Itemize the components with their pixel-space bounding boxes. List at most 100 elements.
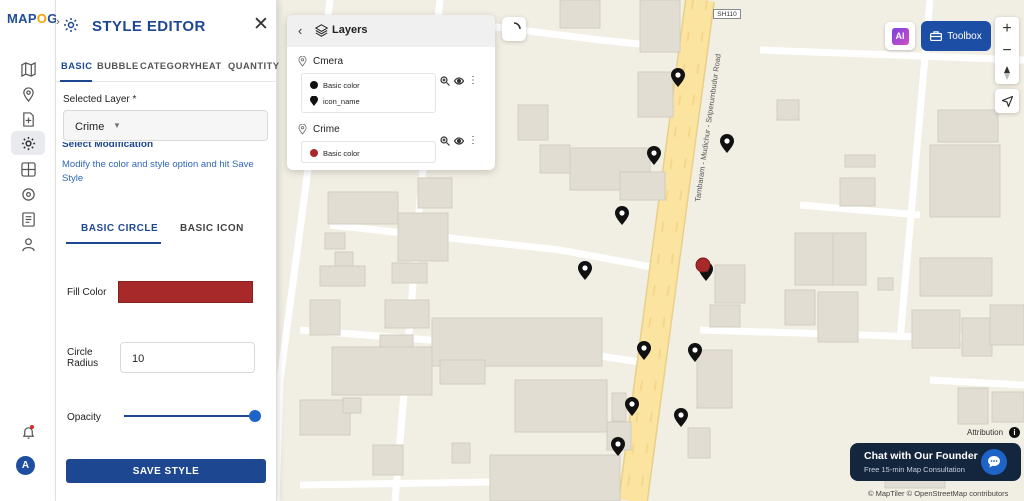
layer-actions: ⋮ — [440, 75, 478, 86]
layers-grid-icon[interactable] — [17, 158, 39, 180]
avatar[interactable]: A — [16, 456, 35, 475]
fill-color-swatch[interactable] — [118, 281, 253, 303]
camera-marker[interactable] — [637, 341, 651, 360]
layers-panel: ‹ Layers Cmera Basic color icon_name ⋮ C… — [287, 15, 495, 170]
visibility-eye-icon[interactable] — [454, 136, 464, 146]
circle-radius-value: 10 — [132, 353, 145, 365]
map-icon[interactable] — [17, 58, 39, 80]
crime-marker[interactable] — [695, 257, 711, 273]
tab-basic[interactable]: BASIC — [61, 61, 92, 71]
zoom-controls: + − — [995, 17, 1019, 84]
active-subtab-indicator — [66, 242, 161, 244]
app-logo[interactable]: MAPOG — [7, 11, 58, 26]
tab-heat[interactable]: HEAT — [195, 61, 222, 71]
circle-radius-label-line2: Radius — [67, 358, 99, 369]
layer-name-crime[interactable]: Crime — [313, 124, 340, 135]
camera-marker[interactable] — [688, 343, 702, 362]
chevron-down-icon: ▼ — [113, 121, 121, 130]
camera-marker[interactable] — [720, 134, 734, 153]
tab-quantity[interactable]: QUANTITY — [228, 61, 280, 71]
briefcase-icon — [930, 31, 943, 41]
legend-label: icon_name — [323, 97, 360, 106]
legend-label: Basic color — [323, 81, 360, 90]
circle-radius-label-line1: Circle — [67, 347, 93, 358]
collapse-icon[interactable]: › — [56, 16, 60, 28]
opacity-slider-thumb[interactable] — [249, 410, 261, 422]
add-file-icon[interactable] — [17, 108, 39, 130]
camera-marker[interactable] — [671, 68, 685, 87]
section-description: Modify the color and style option and hi… — [62, 159, 254, 184]
chat-widget[interactable]: Chat with Our Founder Free 15-min Map Co… — [850, 443, 1021, 481]
app-root: SH110 Tambaram - Mudichur - Sriperumbudu… — [0, 0, 1024, 501]
selected-layer-label: Selected Layer * — [63, 94, 137, 105]
ai-button[interactable]: AI — [885, 22, 915, 50]
legend-label: Basic color — [323, 149, 360, 158]
active-tab-indicator — [60, 80, 92, 82]
chat-title: Chat with Our Founder — [864, 450, 978, 462]
logo-accent: O — [36, 11, 48, 26]
attribution-label[interactable]: Attribution — [967, 428, 1003, 437]
navigation-arrow-icon — [1001, 95, 1013, 107]
selected-layer-dropdown[interactable]: Crime ▼ — [63, 110, 268, 141]
settings-icon[interactable] — [11, 131, 45, 155]
left-rail: MAPOG A — [0, 0, 58, 501]
layer-pin-icon — [298, 56, 307, 67]
red-dot-swatch — [310, 149, 318, 157]
opacity-label: Opacity — [67, 412, 101, 423]
back-chevron-icon[interactable]: ‹ — [298, 23, 302, 38]
more-options-icon[interactable]: ⋮ — [468, 135, 478, 146]
subtab-basic-circle[interactable]: BASIC CIRCLE — [81, 223, 158, 234]
circle-radius-input[interactable]: 10 — [120, 342, 255, 373]
layer-legend-cmera: Basic color icon_name — [301, 73, 436, 113]
close-icon[interactable]: ✕ — [253, 15, 269, 34]
toolbox-label: Toolbox — [947, 30, 982, 42]
layer-legend-crime: Basic color — [301, 141, 436, 163]
style-editor-panel: › STYLE EDITOR ✕ BASIC BUBBLE CATEGORY H… — [56, 0, 280, 501]
report-icon[interactable] — [17, 208, 39, 230]
subtab-basic-icon[interactable]: BASIC ICON — [180, 223, 244, 234]
layer-actions: ⋮ — [440, 135, 478, 146]
tab-category[interactable]: CATEGORY — [140, 61, 196, 71]
location-pin-icon[interactable] — [17, 83, 39, 105]
loading-spinner-icon — [502, 17, 526, 41]
zoom-out-button[interactable]: − — [995, 40, 1019, 62]
toolbox-button[interactable]: Toolbox — [921, 21, 991, 51]
editor-title: STYLE EDITOR — [92, 18, 206, 35]
selected-layer-value: Crime — [75, 121, 105, 133]
camera-marker[interactable] — [647, 146, 661, 165]
zoom-in-button[interactable]: + — [995, 18, 1019, 40]
camera-marker[interactable] — [611, 437, 625, 456]
user-map-icon[interactable] — [17, 233, 39, 255]
tab-bubble[interactable]: BUBBLE — [97, 61, 139, 71]
fill-color-label: Fill Color — [67, 287, 107, 298]
ai-icon: AI — [891, 27, 909, 45]
layer-pin-icon — [298, 124, 307, 135]
gear-icon — [64, 18, 78, 32]
layers-icon — [315, 24, 328, 37]
save-style-button[interactable]: SAVE STYLE — [66, 459, 266, 483]
camera-marker[interactable] — [625, 397, 639, 416]
notification-dot — [30, 425, 34, 429]
layer-name-cmera[interactable]: Cmera — [313, 56, 343, 67]
camera-marker[interactable] — [615, 206, 629, 225]
opacity-slider-track[interactable] — [124, 415, 256, 417]
info-icon[interactable]: i — [1009, 427, 1020, 438]
black-dot-swatch — [310, 81, 318, 89]
section-heading: Select Modification — [62, 142, 154, 150]
camera-marker[interactable] — [578, 261, 592, 280]
highway-badge: SH110 — [713, 9, 741, 19]
style-tabs: BASIC BUBBLE CATEGORY HEAT QUANTITY — [56, 52, 280, 82]
bell-icon[interactable] — [17, 421, 39, 443]
map-copyright: © MapTiler © OpenStreetMap contributors — [868, 489, 1009, 498]
zoom-to-layer-icon[interactable] — [440, 135, 450, 146]
locate-me-button[interactable] — [995, 89, 1019, 113]
visibility-eye-icon[interactable] — [454, 76, 464, 86]
camera-marker[interactable] — [674, 408, 688, 427]
compass-icon[interactable] — [995, 62, 1019, 84]
process-icon[interactable] — [17, 183, 39, 205]
chat-bubble-icon[interactable] — [981, 449, 1007, 475]
chat-subtitle: Free 15-min Map Consultation — [864, 465, 965, 474]
layers-header: ‹ Layers — [287, 15, 495, 47]
more-options-icon[interactable]: ⋮ — [468, 75, 478, 86]
zoom-to-layer-icon[interactable] — [440, 75, 450, 86]
